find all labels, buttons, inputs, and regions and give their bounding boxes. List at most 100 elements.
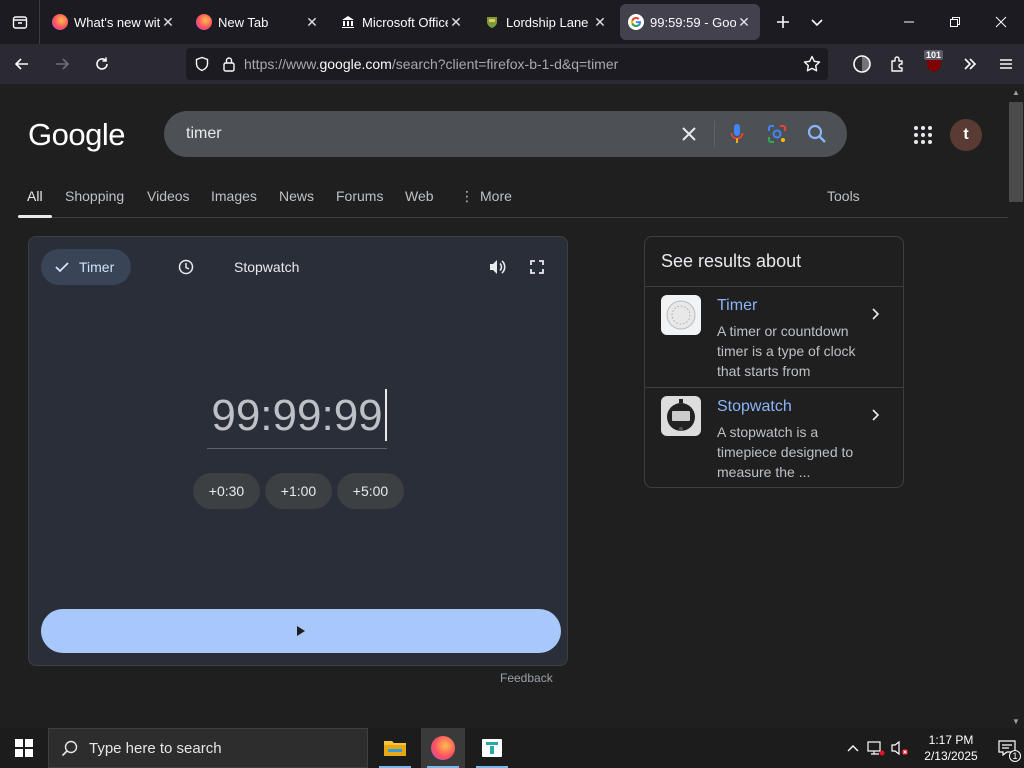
volume-button[interactable] [888,728,912,768]
tab-news[interactable]: News [279,188,314,204]
add-30-seconds-button[interactable]: +0:30 [193,473,260,509]
search-box[interactable]: timer [164,111,847,157]
result-title[interactable]: Timer [717,297,757,315]
minimize-icon [904,21,914,23]
search-input[interactable]: timer [186,125,222,143]
chevron-down-icon [811,19,823,27]
result-title[interactable]: Stopwatch [717,398,792,416]
search-divider [714,121,715,147]
ublock-button[interactable]: 101 [916,44,952,84]
tab-more[interactable]: ⋮ More [460,188,512,205]
scrollbar-thumb[interactable] [1009,102,1023,202]
start-timer-button[interactable] [41,609,561,653]
tools-button[interactable]: Tools [827,188,860,204]
address-bar[interactable]: https://www.google.com/search?client=fir… [186,48,828,80]
scroll-up-icon[interactable]: ▲ [1012,88,1020,97]
lordship-crest-icon [484,14,500,30]
start-button[interactable] [0,728,48,768]
tab-videos[interactable]: Videos [147,188,190,204]
new-tab-button[interactable] [766,5,800,39]
list-all-tabs-button[interactable] [800,5,834,39]
taskbar-file-explorer[interactable] [373,728,417,768]
reload-icon [96,57,108,70]
tab-images[interactable]: Images [211,188,257,204]
timer-mode-button[interactable]: Timer [41,249,131,285]
window-controls [886,0,1024,44]
result-item-timer[interactable]: Timer A timer or countdown timer is a ty… [645,286,903,386]
extensions-button[interactable] [880,44,916,84]
url-text[interactable]: https://www.google.com/search?client=fir… [244,56,618,72]
browser-tab-4[interactable]: Lordship Lane Pi ✕ [476,4,616,40]
volume-icon[interactable] [487,257,507,277]
clear-search-button[interactable] [677,122,701,146]
plus-icon [777,16,789,28]
taskbar-search-box[interactable]: Type here to search [48,728,368,768]
restore-button[interactable] [932,0,978,44]
google-apps-icon[interactable] [912,124,934,146]
forward-button[interactable] [44,48,80,80]
chevron-up-icon [847,745,859,752]
firefox-icon [196,14,212,30]
stopwatch-mode-button[interactable]: Stopwatch [147,249,299,285]
stopwatch-icon [667,399,695,431]
result-description: A stopwatch is a timepiece designed to m… [717,424,854,480]
extension-button[interactable] [844,44,880,84]
feedback-link[interactable]: Feedback [500,671,553,685]
result-item-stopwatch[interactable]: Stopwatch A stopwatch is a timepiece des… [645,387,903,487]
search-icon [807,124,826,143]
taskbar-clock[interactable]: 1:17 PM 2/13/2025 [912,728,990,768]
panel-title: See results about [661,251,802,271]
tab-forums[interactable]: Forums [336,188,383,204]
shield-icon[interactable] [194,56,210,72]
minimize-button[interactable] [886,0,932,44]
close-icon[interactable]: ✕ [736,14,752,31]
network-button[interactable] [864,728,888,768]
tab-title: New Tab [218,14,269,30]
search-submit-button[interactable] [805,122,829,146]
page-scrollbar[interactable]: ▲ ▼ [1008,84,1024,728]
double-chevron-icon [964,58,977,70]
show-hidden-icons-button[interactable] [842,728,864,768]
taskbar-firefox[interactable] [421,728,465,768]
lock-icon[interactable] [222,56,236,72]
timer-widget: Timer Stopwatch 99:99:99 +0:30 +1:00 +5:… [28,236,568,666]
tab-manager-button[interactable] [0,0,40,44]
windows-taskbar: Type here to search 1:17 PM 2/13/2025 1 [0,728,1024,768]
lens-search-button[interactable] [765,122,789,146]
browser-tab-3[interactable]: Microsoft Office ✕ [332,4,472,40]
scroll-down-icon[interactable]: ▼ [1012,717,1020,726]
voice-search-button[interactable] [725,122,749,146]
close-icon[interactable]: ✕ [160,14,176,31]
close-icon[interactable]: ✕ [592,14,608,31]
browser-tab-2[interactable]: New Tab ✕ [188,4,328,40]
close-icon[interactable]: ✕ [304,14,320,31]
fullscreen-icon[interactable] [527,257,547,277]
microphone-icon [730,124,744,143]
active-tab-indicator [18,215,52,218]
browser-tab-active[interactable]: 99:59:59 - Googl ✕ [620,4,760,40]
tab-all[interactable]: All [27,188,43,204]
add-1-minute-button[interactable]: +1:00 [265,473,332,509]
add-time-buttons: +0:30 +1:00 +5:00 [193,473,409,509]
star-icon[interactable] [802,54,822,74]
tab-web[interactable]: Web [405,188,434,204]
notifications-button[interactable]: 1 [990,728,1024,768]
stopwatch-thumbnail [661,396,701,436]
see-results-about-panel: See results about Timer A timer or count… [644,236,904,488]
taskbar-app-3[interactable] [470,728,514,768]
tab-shopping[interactable]: Shopping [65,188,124,204]
close-icon[interactable]: ✕ [448,14,464,31]
close-window-button[interactable] [978,0,1024,44]
kitchen-timer-icon [666,300,696,330]
menu-button[interactable] [988,44,1024,84]
back-button[interactable] [4,48,40,80]
timer-time-input[interactable]: 99:99:99 [207,383,387,449]
google-logo[interactable]: Google [28,117,125,153]
clock-icon [178,259,194,275]
overflow-button[interactable] [952,44,988,84]
browser-tab-1[interactable]: What's new with ✕ [44,4,184,40]
reload-button[interactable] [84,48,120,80]
restore-icon [950,17,960,27]
add-5-minutes-button[interactable]: +5:00 [337,473,404,509]
account-avatar[interactable]: t [950,119,982,151]
